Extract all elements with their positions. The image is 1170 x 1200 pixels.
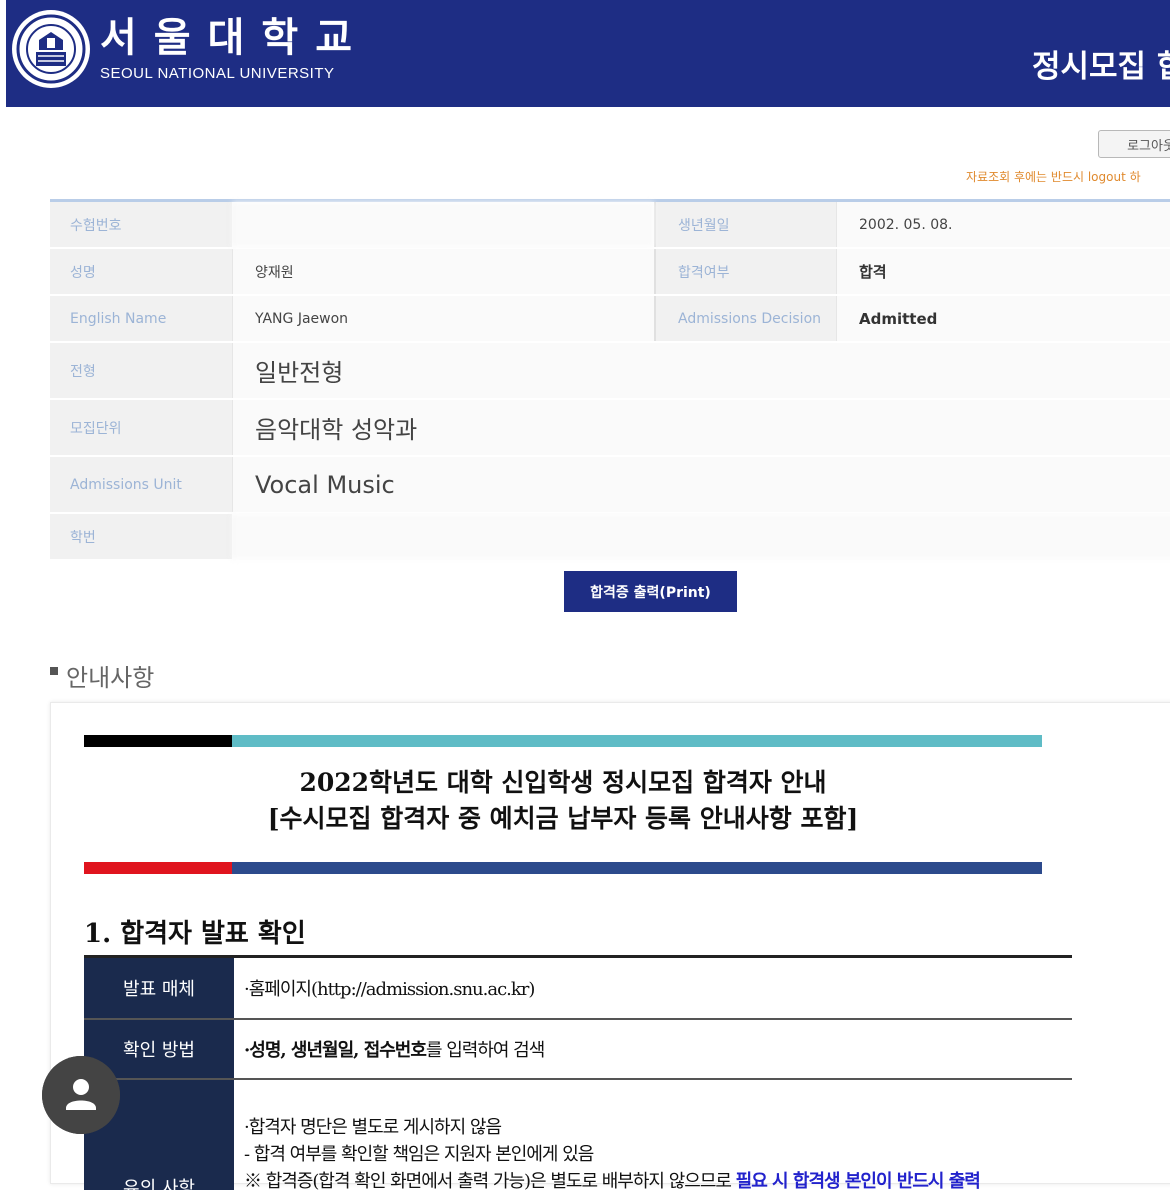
birthdate-value: 2002. 05. 08. [836, 202, 1170, 247]
notice-title-line1: 2022학년도 대학 신입학생 정시모집 합격자 안내 [299, 768, 827, 797]
caution-label-text: 유의 사항 [123, 1178, 195, 1199]
announce-media-text: ·홈페이지(http://admission.snu.ac.kr) [244, 979, 535, 1000]
title-top-bar [84, 735, 1042, 747]
table-row: 모집단위 음악대학 성악과 [50, 400, 1170, 457]
table-row: 성명 양재원 합격여부 합격 [50, 249, 1170, 296]
table-row: 확인 방법 ·성명, 생년월일, 접수번호 를 입력하여 검색 [84, 1020, 1072, 1078]
result-info-table: 수험번호 생년월일 2002. 05. 08. 성명 양재원 합격여부 합격 E… [50, 199, 1170, 561]
check-method-bold: ·성명, 생년월일, 접수번호 [244, 1040, 427, 1061]
logo-english-text[interactable]: SEOUL NATIONAL UNIVERSITY [100, 66, 335, 81]
admission-type-label: 전형 [50, 343, 232, 398]
header-bar: 서울대학교 SEOUL NATIONAL UNIVERSITY 정시모집 합 [6, 0, 1170, 107]
table-row: 발표 매체 ·홈페이지(http://admission.snu.ac.kr) [84, 958, 1072, 1018]
print-certificate-button[interactable]: 합격증 출력(Print) [564, 571, 737, 612]
notice-heading: 안내사항 [50, 658, 154, 693]
notice-title-line2: [수시모집 합격자 중 예치금 납부자 등록 안내사항 포함] [267, 804, 859, 833]
english-name-value: YANG Jaewon [232, 296, 654, 341]
logout-note: 자료조회 후에는 반드시 logout 하 [966, 170, 1141, 184]
notice-title: 2022학년도 대학 신입학생 정시모집 합격자 안내 [수시모집 합격자 중 … [51, 765, 1075, 837]
user-avatar-icon[interactable] [42, 1056, 120, 1134]
table-row: 수험번호 생년월일 2002. 05. 08. [50, 202, 1170, 249]
recruit-unit-label: 모집단위 [50, 400, 232, 455]
snu-emblem-icon[interactable] [12, 10, 90, 88]
exam-number-label: 수험번호 [50, 202, 232, 247]
admission-type-value: 일반전형 [232, 343, 1170, 398]
table-row: 전형 일반전형 [50, 343, 1170, 400]
notice-document[interactable]: 2022학년도 대학 신입학생 정시모집 합격자 안내 [수시모집 합격자 중 … [50, 702, 1170, 1199]
logout-button[interactable]: 로그아웃 [1098, 130, 1170, 158]
result-label: 합격여부 [654, 249, 836, 294]
notice-heading-text: 안내사항 [66, 664, 155, 692]
admissions-unit-value: Vocal Music [232, 457, 1170, 512]
logo-korean-text[interactable]: 서울대학교 [100, 18, 369, 58]
caution-value: ·합격자 명단은 별도로 게시하지 않음 - 합격 여부를 확인할 책임은 지원… [234, 1080, 1072, 1192]
square-bullet-icon [50, 666, 58, 675]
page-title: 정시모집 합 [1032, 49, 1170, 85]
title-bottom-bar [84, 862, 1042, 874]
name-value: 양재원 [232, 249, 654, 294]
caution-line-1: ·합격자 명단은 별도로 게시하지 않음 [244, 1117, 502, 1138]
section-title: 1. 합격자 발표 확인 [84, 919, 306, 949]
announce-media-value: ·홈페이지(http://admission.snu.ac.kr) [234, 958, 1072, 1018]
result-value: 합격 [836, 249, 1170, 294]
name-label: 성명 [50, 249, 232, 294]
birthdate-label: 생년월일 [654, 202, 836, 247]
check-method-value: ·성명, 생년월일, 접수번호 를 입력하여 검색 [234, 1020, 1072, 1078]
admissions-decision-label: Admissions Decision [654, 296, 836, 341]
student-id-value [232, 514, 1170, 559]
caution-line-2: - 합격 여부를 확인할 책임은 지원자 본인에게 있음 [244, 1144, 594, 1165]
table-row: English Name YANG Jaewon Admissions Deci… [50, 296, 1170, 343]
check-method-rest: 를 입력하여 검색 [425, 1040, 545, 1061]
recruit-unit-value: 음악대학 성악과 [232, 400, 1170, 455]
exam-number-value [232, 202, 654, 247]
admissions-decision-value: Admitted [836, 296, 1170, 341]
student-id-label: 학번 [50, 514, 232, 559]
announce-media-label: 발표 매체 [84, 958, 234, 1018]
table-row: 학번 [50, 514, 1170, 561]
admissions-unit-label: Admissions Unit [50, 457, 232, 512]
table-row: 유의 사항 ·합격자 명단은 별도로 게시하지 않음 - 합격 여부를 확인할 … [84, 1080, 1072, 1199]
table-row: Admissions Unit Vocal Music [50, 457, 1170, 514]
english-name-label: English Name [50, 296, 232, 341]
